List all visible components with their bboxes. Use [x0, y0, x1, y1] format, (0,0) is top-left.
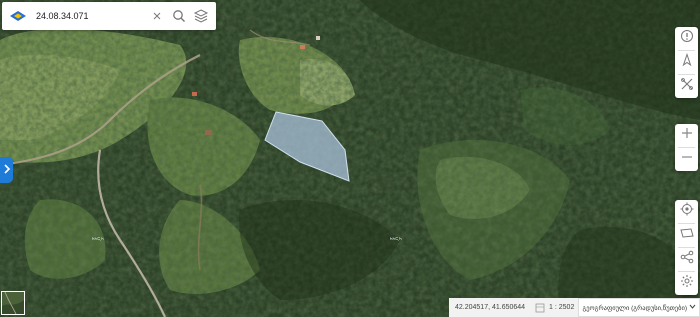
settings-icon — [680, 274, 694, 293]
coordinates-readout: 42.204517, 41.650644 — [455, 304, 526, 311]
locate-icon — [680, 202, 694, 221]
logo-icon — [6, 5, 30, 27]
basemap-thumbnail-icon — [2, 292, 24, 314]
road-label: ᏂᏂᏩᏂ — [92, 236, 104, 241]
sidebar-toggle-button[interactable] — [0, 157, 13, 183]
search-icon[interactable] — [168, 5, 190, 27]
map-actions-panel — [675, 200, 698, 295]
search-input[interactable] — [32, 11, 146, 21]
zoom-out-icon — [680, 150, 694, 169]
clear-icon[interactable] — [146, 5, 168, 27]
info-button[interactable] — [675, 27, 698, 50]
compass-icon — [680, 52, 694, 72]
chevron-down-icon — [689, 304, 696, 311]
basemap-switcher[interactable] — [1, 291, 25, 315]
share-icon — [680, 250, 694, 269]
road-label: ᏂᏂᏩᏂ — [390, 236, 402, 241]
coordinate-format-select[interactable]: გეოგრაფიული (გრადუსი,წუთები) — [578, 298, 700, 317]
compass-button[interactable] — [675, 51, 698, 74]
measure-button[interactable] — [675, 75, 698, 98]
search-bar — [2, 2, 216, 30]
info-icon — [680, 29, 694, 48]
draw-polygon-icon — [679, 226, 695, 245]
zoom-in-button[interactable] — [675, 124, 698, 147]
settings-button[interactable] — [675, 272, 698, 295]
share-button[interactable] — [675, 248, 698, 271]
satellite-map[interactable] — [0, 0, 700, 317]
map-tools-panel — [675, 27, 698, 98]
chevron-right-icon — [3, 161, 11, 179]
zoom-out-button[interactable] — [675, 148, 698, 171]
status-bar: 42.204517, 41.650644 1 : 2502 გეოგრაფიულ… — [449, 298, 700, 317]
zoom-in-icon — [680, 126, 694, 145]
scale-icon — [533, 302, 547, 314]
layers-icon[interactable] — [190, 5, 212, 27]
scale-readout: 1 : 2502 — [549, 304, 575, 311]
locate-button[interactable] — [675, 200, 698, 223]
draw-polygon-button[interactable] — [675, 224, 698, 247]
measure-icon — [680, 77, 694, 96]
coordinate-format-label: გეოგრაფიული (გრადუსი,წუთები) — [582, 304, 687, 312]
zoom-panel — [675, 124, 698, 171]
